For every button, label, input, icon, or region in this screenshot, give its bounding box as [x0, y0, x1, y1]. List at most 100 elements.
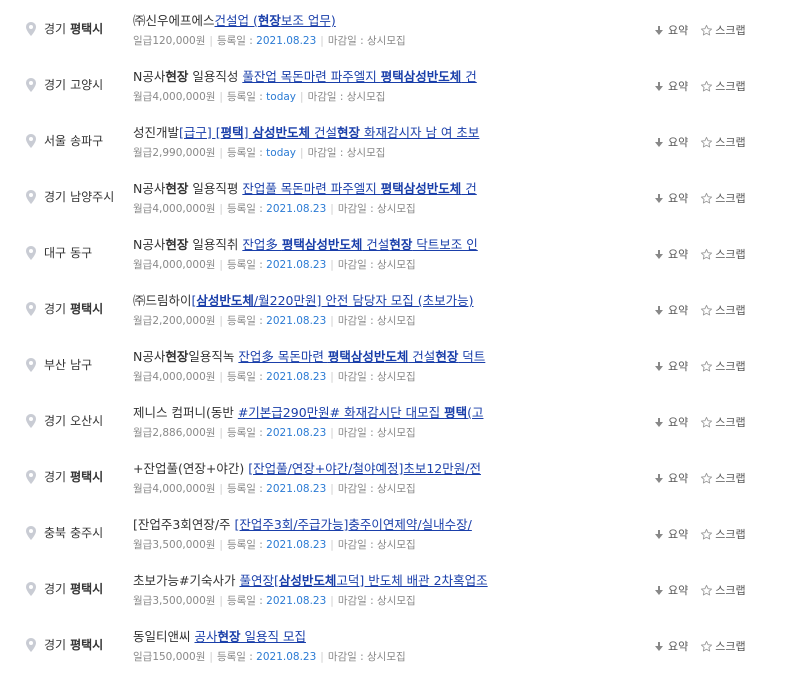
job-title-link[interactable]: 건설업 (현장보조 업무) [215, 13, 336, 28]
summary-label: 요약 [668, 80, 689, 93]
location-pin-icon [26, 357, 36, 372]
registered-label: 등록일 : [226, 371, 263, 383]
list-item: 경기 평택시 초보가능#기숙사가 풀연장[삼성반도체고덕] 반도체 배관 2차혹… [0, 560, 796, 616]
summary-button[interactable]: 요약 [655, 470, 688, 486]
location-sido: 경기 [44, 302, 67, 316]
summary-label: 요약 [668, 24, 689, 37]
company-name[interactable]: ㈜신우에프에스 [133, 13, 215, 28]
job-title-link[interactable]: [삼성반도체/월220만원] 안전 담당자 모집 (초보가능) [192, 293, 474, 308]
job-meta: 일급150,000원 | 등록일 : 2021.08.23 | 마감일 : 상시모집 [133, 649, 633, 664]
location: 대구 동구 [26, 244, 92, 261]
summary-label: 요약 [668, 640, 689, 653]
job-title-link[interactable]: 잔업多 평택삼성반도체 건설현장 닥트보조 인 [242, 237, 477, 252]
location-gu: 남양주시 [70, 190, 115, 204]
summary-button[interactable]: 요약 [655, 414, 688, 430]
location-pin-icon [26, 189, 36, 204]
location: 부산 남구 [26, 356, 92, 373]
job-title-link[interactable]: 잔업多 목돈마련 평택삼성반도체 건설현장 덕트 [238, 349, 485, 364]
summary-button[interactable]: 요약 [655, 22, 688, 38]
scrap-label: 스크랩 [715, 472, 746, 485]
scrap-label: 스크랩 [715, 24, 746, 37]
down-arrow-icon [655, 585, 663, 595]
company-name[interactable]: N공사현장 일용직성 [133, 69, 242, 84]
scrap-button[interactable]: 스크랩 [700, 134, 746, 150]
company-name[interactable]: 동일티앤씨 [133, 629, 194, 644]
job-meta: 월급4,000,000원 | 등록일 : 2021.08.23 | 마감일 : 상시모집 [133, 257, 633, 272]
job-title-link[interactable]: 풀잔업 목돈마련 파주엘지 평택삼성반도체 건 [242, 69, 476, 84]
company-name[interactable]: N공사현장 일용직평 [133, 181, 242, 196]
company-name[interactable]: ㈜드림하이 [133, 293, 192, 308]
company-name[interactable]: N공사현장일용직녹 [133, 349, 238, 364]
registered-date: today [266, 147, 297, 159]
job-title-link[interactable]: #기본급290만원# 화재감시단 대모집 평택(고 [238, 405, 484, 420]
summary-button[interactable]: 요약 [655, 302, 688, 318]
meta-separator: | [219, 91, 223, 103]
row-actions: 요약 스크랩 [655, 246, 746, 262]
scrap-button[interactable]: 스크랩 [700, 582, 746, 598]
company-name[interactable]: 제니스 컴퍼니(동반 [133, 405, 238, 420]
scrap-button[interactable]: 스크랩 [700, 470, 746, 486]
summary-button[interactable]: 요약 [655, 582, 688, 598]
registered-date: today [266, 91, 297, 103]
company-name[interactable]: 초보가능#기숙사가 [133, 573, 239, 588]
registered-label: 등록일 : [226, 147, 263, 159]
job-title-part: 건설 [408, 349, 436, 364]
location-gu: 평택시 [70, 470, 104, 484]
company-name-part: 현장 [165, 69, 189, 84]
job-title-line: 초보가능#기숙사가 풀연장[삼성반도체고덕] 반도체 배관 2차혹업조 [133, 572, 543, 590]
job-title-line: [잔업주3회연장/주 [잔업주3회/주급가능]충주이연제약/실내수장/ [133, 516, 543, 534]
job-title-part: 고덕] 반도체 배관 2차혹업조 [336, 573, 488, 588]
summary-button[interactable]: 요약 [655, 134, 688, 150]
job-title-link[interactable]: 공사현장 일용직 모집 [194, 629, 305, 644]
job-title-link[interactable]: 잔업풀 목돈마련 파주엘지 평택삼성반도체 건 [242, 181, 476, 196]
job-title-part: 건설 [362, 237, 390, 252]
location: 경기 오산시 [26, 412, 103, 429]
job-title-link[interactable]: [잔업주3회/주급가능]충주이연제약/실내수장/ [235, 517, 472, 532]
location: 경기 고양시 [26, 76, 103, 93]
location-sido: 충북 [44, 526, 67, 540]
scrap-button[interactable]: 스크랩 [700, 638, 746, 654]
job-title-link[interactable]: [잔업풀/연장+야간/철야예정]초보12만원/전 [248, 461, 481, 476]
row-actions: 요약 스크랩 [655, 78, 746, 94]
job-title-part: 평택삼성반도체 [327, 349, 409, 364]
summary-button[interactable]: 요약 [655, 526, 688, 542]
company-name[interactable]: [잔업주3회연장/주 [133, 517, 235, 532]
meta-separator: | [330, 371, 334, 383]
registered-label: 등록일 : [216, 651, 253, 663]
company-name-part: N공사 [133, 349, 166, 364]
scrap-button[interactable]: 스크랩 [700, 358, 746, 374]
scrap-button[interactable]: 스크랩 [700, 414, 746, 430]
down-arrow-icon [655, 417, 663, 427]
deadline: 마감일 : 상시모집 [337, 427, 416, 439]
location: 경기 평택시 [26, 20, 103, 37]
job-title-link[interactable]: 풀연장[삼성반도체고덕] 반도체 배관 2차혹업조 [239, 573, 487, 588]
summary-button[interactable]: 요약 [655, 638, 688, 654]
job-title-part: 삼성반도체 [196, 293, 254, 308]
job-title-part: 덕트 [458, 349, 486, 364]
scrap-button[interactable]: 스크랩 [700, 246, 746, 262]
scrap-button[interactable]: 스크랩 [700, 22, 746, 38]
job-meta: 월급3,500,000원 | 등록일 : 2021.08.23 | 마감일 : 상시모집 [133, 537, 633, 552]
registered-date: 2021.08.23 [266, 259, 327, 271]
summary-label: 요약 [668, 472, 689, 485]
star-outline-icon [701, 416, 713, 427]
scrap-button[interactable]: 스크랩 [700, 526, 746, 542]
summary-button[interactable]: 요약 [655, 358, 688, 374]
company-name[interactable]: N공사현장 일용직취 [133, 237, 242, 252]
deadline: 마감일 : 상시모집 [337, 539, 416, 551]
scrap-button[interactable]: 스크랩 [700, 78, 746, 94]
down-arrow-icon [655, 249, 663, 259]
scrap-button[interactable]: 스크랩 [700, 302, 746, 318]
company-name[interactable]: 성진개발 [133, 125, 179, 140]
company-name[interactable]: +잔업풀(연장+야간) [133, 461, 248, 476]
scrap-button[interactable]: 스크랩 [700, 190, 746, 206]
meta-separator: | [219, 315, 223, 327]
scrap-label: 스크랩 [715, 136, 746, 149]
list-item: 충북 충주시 [잔업주3회연장/주 [잔업주3회/주급가능]충주이연제약/실내수… [0, 504, 796, 560]
summary-button[interactable]: 요약 [655, 246, 688, 262]
company-name-part: 일용직성 [188, 69, 243, 84]
job-title-link[interactable]: [급구] [평택] 삼성반도체 건설현장 화재감시자 남 여 초보 [179, 125, 479, 140]
summary-button[interactable]: 요약 [655, 78, 688, 94]
summary-button[interactable]: 요약 [655, 190, 688, 206]
meta-separator: | [219, 427, 223, 439]
